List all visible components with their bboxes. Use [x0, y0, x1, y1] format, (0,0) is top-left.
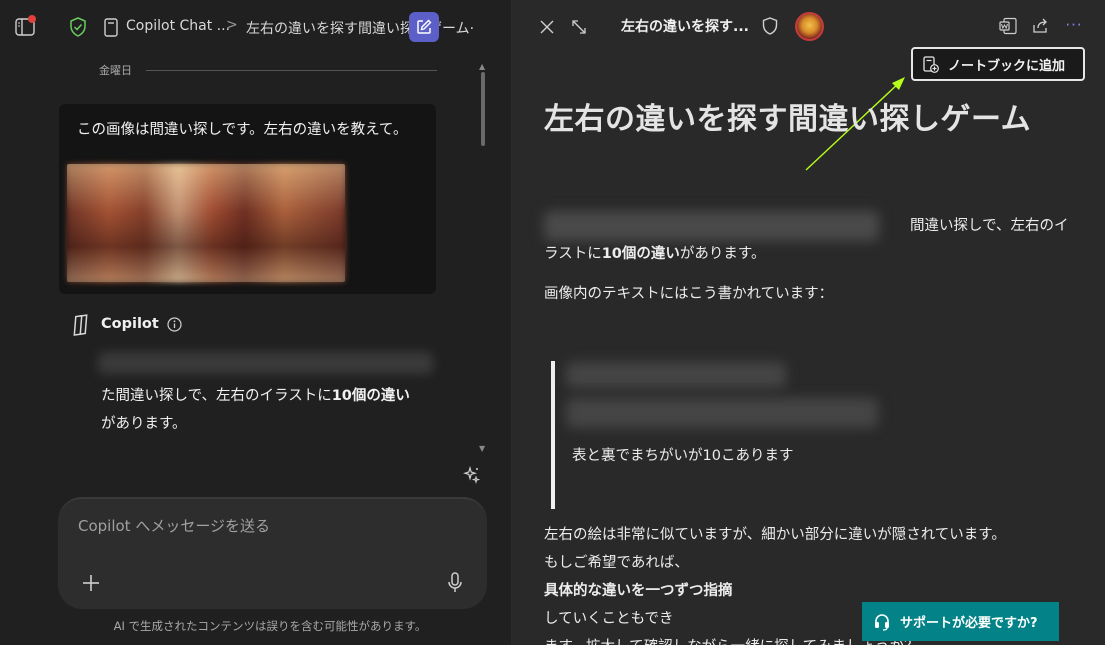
- compose-icon: [417, 19, 432, 34]
- more-icon[interactable]: ···: [1063, 14, 1085, 36]
- message-input[interactable]: [78, 517, 458, 535]
- expand-button[interactable]: [568, 16, 590, 38]
- date-separator: 金曜日: [99, 64, 132, 77]
- expand-icon: [572, 20, 586, 34]
- page-pane: 左右の違いを探す... ··· ノートブックに追加 左右の違いを探す間違い探しゲ…: [512, 0, 1105, 645]
- redacted-text: [98, 352, 433, 374]
- shield-icon[interactable]: [761, 16, 779, 36]
- word-icon: [999, 17, 1017, 35]
- avatar[interactable]: [795, 12, 824, 41]
- notebook-icon: [102, 17, 120, 37]
- shield-check-icon[interactable]: [68, 17, 88, 37]
- document-title: 左右の違いを探す間違い探しゲーム: [544, 102, 1032, 137]
- blockquote-bar: [551, 361, 555, 509]
- assistant-name: Copilot: [101, 316, 159, 332]
- redacted-text: [566, 362, 786, 388]
- add-to-notebook-tooltip[interactable]: ノートブックに追加: [911, 47, 1085, 81]
- redacted-text: [566, 398, 878, 428]
- date-divider: [146, 70, 437, 71]
- copilot-logo-icon: [69, 313, 93, 337]
- notification-dot: [28, 15, 36, 23]
- sparkle-icon[interactable]: [461, 464, 483, 486]
- chat-pane: Copilot Chat ... > 左右の違いを探す間違い探しゲーム· 金曜日…: [0, 0, 511, 645]
- mic-icon: [448, 572, 462, 592]
- paragraph-2: 画像内のテキストにはこう書かれています：: [544, 286, 834, 302]
- word-export-button[interactable]: [998, 16, 1018, 36]
- user-message-text: この画像は間違い探しです。左右の違いを教えて。: [77, 122, 408, 138]
- chat-header: Copilot Chat ... > 左右の違いを探す間違い探しゲーム·: [0, 0, 511, 54]
- attached-image-overlay: [67, 164, 345, 282]
- close-button[interactable]: [536, 16, 558, 38]
- close-icon: [540, 20, 554, 34]
- blockquote-text: 表と裏でまちがいが10こあります: [572, 448, 794, 464]
- breadcrumb-current-chat[interactable]: 左右の違いを探す間違い探しゲーム·: [246, 18, 474, 38]
- support-label: サポートが必要ですか?: [900, 616, 1038, 631]
- message-composer: [58, 497, 487, 609]
- tooltip-label: ノートブックに追加: [948, 58, 1066, 74]
- notebook-add-icon: [923, 55, 939, 73]
- redacted-text: [544, 211, 879, 241]
- new-chat-button[interactable]: [409, 12, 439, 42]
- page-title: 左右の違いを探す...: [621, 19, 749, 35]
- mic-button[interactable]: [444, 571, 466, 595]
- assistant-reply: た間違い探しで、左右のイラストに10個の違い があります。: [101, 388, 410, 432]
- scroll-up-arrow[interactable]: ▲: [479, 62, 485, 71]
- attach-plus-button[interactable]: [79, 571, 103, 595]
- scroll-down-arrow[interactable]: ▼: [479, 444, 485, 453]
- ai-disclaimer: AI で生成されたコンテンツは誤りを含む可能性があります。: [113, 619, 427, 633]
- scrollbar-thumb[interactable]: [481, 72, 485, 146]
- breadcrumb-copilot-chat[interactable]: Copilot Chat ...: [126, 18, 230, 34]
- support-button[interactable]: サポートが必要ですか?: [862, 602, 1059, 641]
- breadcrumb-separator: >: [226, 17, 238, 33]
- plus-icon: [83, 575, 99, 591]
- share-icon: [1033, 18, 1047, 33]
- chat-messages[interactable]: 金曜日 この画像は間違い探しです。左右の違いを教えて。 Copilot た間違い…: [0, 54, 480, 464]
- info-icon[interactable]: [166, 316, 182, 332]
- share-button[interactable]: [1030, 16, 1050, 36]
- headset-icon: [874, 613, 890, 631]
- user-message-bubble: この画像は間違い探しです。左右の違いを教えて。: [59, 104, 436, 294]
